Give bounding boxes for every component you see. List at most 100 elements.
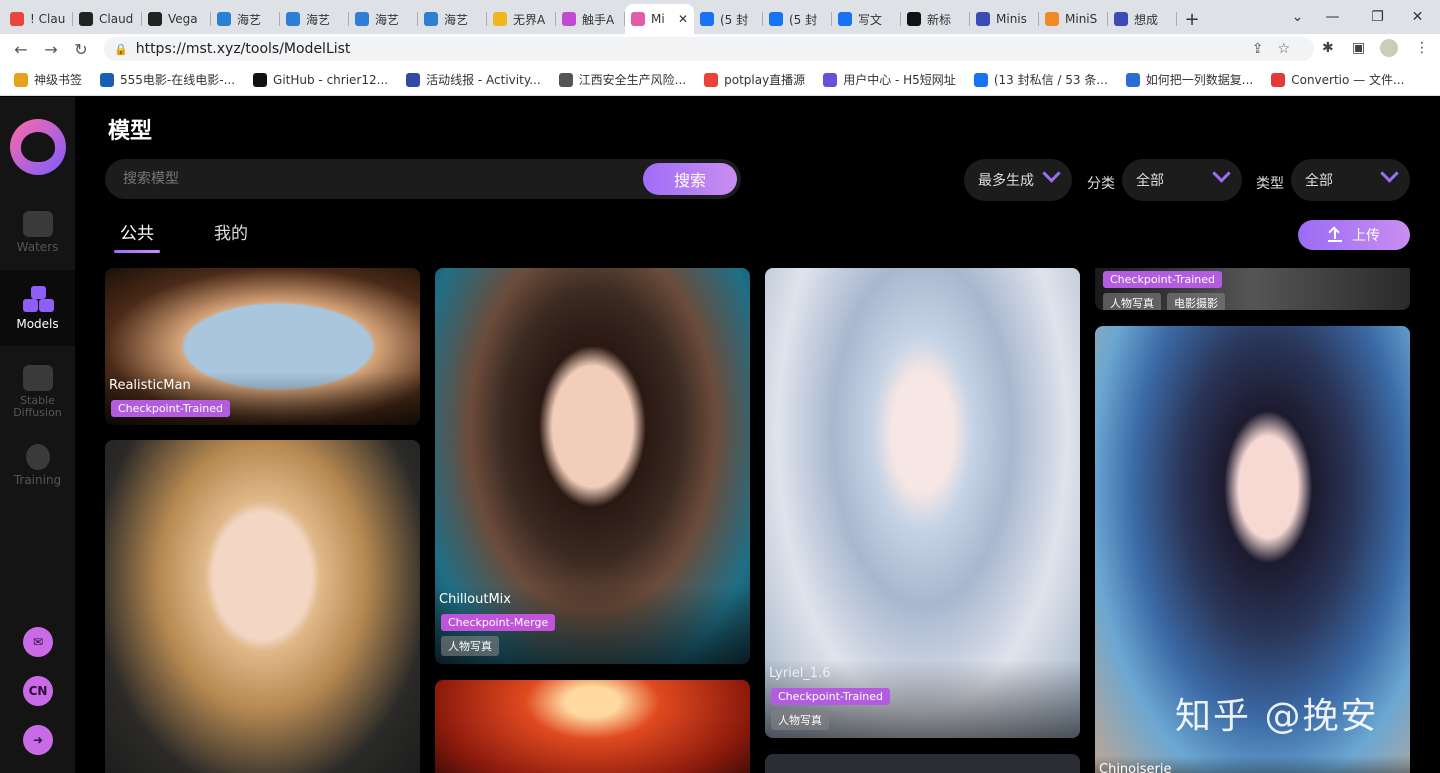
chevron-down-icon bbox=[1380, 164, 1399, 183]
category-value: 全部 bbox=[1136, 173, 1164, 189]
bookmark-favicon-icon bbox=[100, 72, 115, 87]
menu-icon[interactable]: ⋮ bbox=[1415, 40, 1429, 56]
bookmark-item[interactable]: 如何把一列数据复... bbox=[1125, 71, 1254, 88]
tab-favicon-icon bbox=[1114, 12, 1128, 26]
models-icon bbox=[21, 286, 55, 314]
browser-tab[interactable]: 想成 bbox=[1108, 4, 1177, 34]
browser-tab[interactable]: 海艺 bbox=[349, 4, 418, 34]
browser-tab[interactable]: 海艺 bbox=[280, 4, 349, 34]
browser-tab[interactable]: ! Clau bbox=[4, 4, 73, 34]
sidebar-item-label: Waters bbox=[16, 240, 59, 254]
reload-icon[interactable]: ↻ bbox=[66, 40, 96, 59]
model-card[interactable]: Checkpoint-Trained 人物写真 电影摄影 bbox=[1095, 268, 1410, 310]
close-tab-icon[interactable]: ✕ bbox=[678, 12, 688, 26]
minimize-icon[interactable]: — bbox=[1310, 0, 1355, 34]
browser-tab[interactable]: Claud bbox=[73, 4, 142, 34]
bookmark-item[interactable]: 活动线报 - Activity... bbox=[406, 71, 541, 88]
browser-tab[interactable]: (5 封 bbox=[694, 4, 763, 34]
browser-tab[interactable]: Mi ✕ bbox=[625, 4, 694, 34]
tab-label: MiniS bbox=[1065, 12, 1098, 26]
url-text: https://mst.xyz/tools/ModelList bbox=[135, 41, 351, 57]
restore-icon[interactable]: ❐ bbox=[1355, 0, 1400, 34]
bookmark-item[interactable]: 江西安全生产风险... bbox=[558, 71, 687, 88]
model-card[interactable]: Lyriel_1.6 Checkpoint-Trained 人物写真 bbox=[765, 268, 1080, 738]
mail-icon[interactable]: ✉ bbox=[23, 627, 53, 657]
model-card[interactable] bbox=[435, 680, 750, 773]
browser-tab[interactable]: MiniS bbox=[1039, 4, 1108, 34]
share-star-icons[interactable]: ⇪☆ bbox=[1252, 41, 1304, 57]
browser-tab[interactable]: 触手A bbox=[556, 4, 625, 34]
search-input[interactable] bbox=[123, 159, 623, 199]
tab-favicon-icon bbox=[148, 12, 162, 26]
model-card[interactable]: RealisticMan Checkpoint-Trained bbox=[105, 268, 420, 425]
tab-favicon-icon bbox=[286, 12, 300, 26]
upload-icon bbox=[1328, 228, 1342, 242]
bookmark-favicon-icon bbox=[253, 72, 268, 87]
card-type-badge: Checkpoint-Trained bbox=[111, 400, 230, 417]
tab-mine[interactable]: 我的 bbox=[202, 219, 260, 253]
tab-favicon-icon bbox=[631, 12, 645, 26]
bookmark-item[interactable]: GitHub - chrier12... bbox=[253, 72, 388, 87]
card-title: ChilloutMix bbox=[439, 592, 511, 607]
model-card[interactable] bbox=[765, 754, 1080, 773]
tab-label: 触手A bbox=[582, 12, 615, 27]
tab-favicon-icon bbox=[769, 12, 783, 26]
card-tag: 人物写真 bbox=[441, 636, 499, 656]
profile-avatar[interactable] bbox=[1380, 39, 1398, 57]
browser-tab[interactable]: 海艺 bbox=[418, 4, 487, 34]
browser-tab[interactable]: 写文 bbox=[832, 4, 901, 34]
search-button[interactable]: 搜索 bbox=[643, 163, 737, 195]
tab-favicon-icon bbox=[700, 12, 714, 26]
category-label: 分类 bbox=[1087, 176, 1115, 192]
page-title: 模型 bbox=[108, 119, 153, 144]
forward-icon[interactable]: → bbox=[36, 40, 66, 59]
language-cn-icon[interactable]: CN bbox=[23, 676, 53, 706]
close-window-icon[interactable]: ✕ bbox=[1395, 0, 1440, 34]
type-dropdown[interactable]: 全部 bbox=[1291, 159, 1410, 201]
sidebar-item-waters[interactable]: Waters bbox=[0, 194, 75, 270]
app-logo[interactable] bbox=[10, 119, 66, 175]
lock-icon: 🔒 bbox=[114, 42, 128, 56]
bookmark-item[interactable]: potplay直播源 bbox=[704, 71, 805, 88]
bookmark-item[interactable]: 555电影-在线电影-... bbox=[100, 71, 235, 88]
model-card[interactable]: ChilloutMix Checkpoint-Merge 人物写真 bbox=[435, 268, 750, 664]
extensions-icon[interactable]: ✱ bbox=[1322, 40, 1334, 56]
sidebar-item-stable-diffusion[interactable]: Stable Diffusion bbox=[0, 354, 75, 430]
tab-favicon-icon bbox=[424, 12, 438, 26]
tab-public[interactable]: 公共 bbox=[108, 219, 166, 253]
bookmark-label: 用户中心 - H5短网址 bbox=[843, 73, 956, 87]
logout-icon[interactable]: ➜ bbox=[23, 725, 53, 755]
sort-dropdown[interactable]: 最多生成 bbox=[964, 159, 1072, 201]
model-card[interactable] bbox=[105, 440, 420, 773]
bookmark-label: 江西安全生产风险... bbox=[578, 73, 687, 87]
url-field[interactable]: 🔒 https://mst.xyz/tools/ModelList ⇪☆ bbox=[104, 37, 1314, 61]
browser-tab[interactable]: (5 封 bbox=[763, 4, 832, 34]
sidepanel-icon[interactable]: ▣ bbox=[1352, 40, 1365, 56]
upload-button[interactable]: 上传 bbox=[1298, 220, 1410, 250]
bookmark-favicon-icon bbox=[1271, 72, 1286, 87]
browser-tab[interactable]: Vega bbox=[142, 4, 211, 34]
bookmark-item[interactable]: 用户中心 - H5短网址 bbox=[823, 71, 956, 88]
search-bar: 搜索 bbox=[105, 159, 741, 199]
category-dropdown[interactable]: 全部 bbox=[1122, 159, 1242, 201]
bookmark-label: 如何把一列数据复... bbox=[1145, 73, 1254, 87]
card-title: Lyriel_1.6 bbox=[769, 666, 831, 681]
browser-tab[interactable]: 海艺 bbox=[211, 4, 280, 34]
card-meta: Chinoiserie bbox=[1095, 756, 1410, 773]
browser-tab[interactable]: 新标 bbox=[901, 4, 970, 34]
watermark-text: 知乎 @挽安 bbox=[1175, 696, 1379, 737]
new-tab-button[interactable]: + bbox=[1177, 4, 1207, 34]
bookmark-item[interactable]: 神级书签 bbox=[14, 71, 82, 88]
browser-tab[interactable]: Minis bbox=[970, 4, 1039, 34]
bookmark-favicon-icon bbox=[973, 72, 988, 87]
bookmarks-bar: 神级书签 555电影-在线电影-... GitHub - chrier12... 活动… bbox=[0, 64, 1440, 96]
bookmark-item[interactable]: (13 封私信 / 53 条... bbox=[973, 71, 1108, 88]
sidebar-item-models[interactable]: Models bbox=[0, 270, 75, 346]
sidebar-item-training[interactable]: Training bbox=[0, 427, 75, 503]
tab-label: Vega bbox=[168, 12, 198, 26]
browser-tab[interactable]: 无界A bbox=[487, 4, 556, 34]
back-icon[interactable]: ← bbox=[6, 40, 36, 59]
tab-favicon-icon bbox=[838, 12, 852, 26]
bookmark-item[interactable]: Convertio — 文件... bbox=[1271, 71, 1404, 88]
tab-label: 写文 bbox=[858, 12, 883, 27]
